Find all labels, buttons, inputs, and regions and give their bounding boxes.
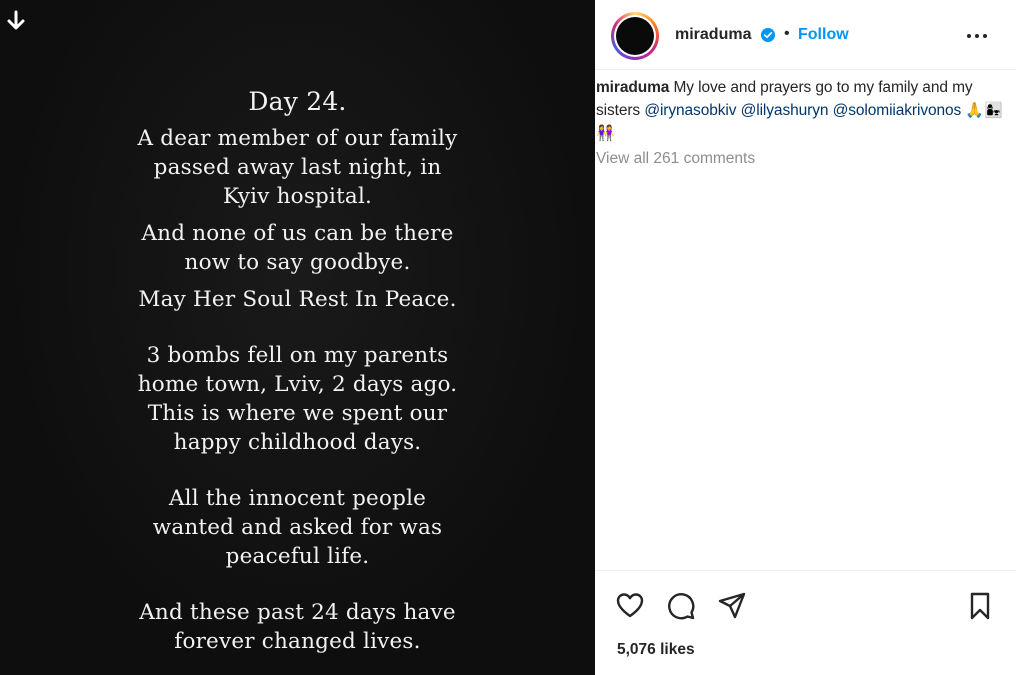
story-line: Kyiv hospital.	[222, 184, 373, 209]
story-line: And these past 24 days have	[139, 600, 456, 625]
avatar-image	[616, 17, 654, 55]
story-line: May Her Soul Rest In Peace.	[138, 287, 457, 312]
story-line: And none of us can be there	[141, 221, 454, 246]
download-icon[interactable]	[6, 10, 26, 32]
bookmark-icon[interactable]	[965, 591, 995, 621]
mention-link[interactable]: @irynasobkiv	[644, 102, 736, 119]
post-header: miraduma • Follow	[595, 0, 1016, 70]
share-icon[interactable]	[717, 591, 747, 621]
avatar[interactable]	[611, 12, 659, 60]
post-side-panel: miraduma • Follow miraduma My love and p…	[595, 0, 1016, 675]
verified-badge-icon	[761, 28, 775, 42]
separator-dot: •	[784, 25, 790, 42]
post-caption: miraduma My love and prayers go to my fa…	[596, 76, 1004, 145]
story-line: now to say goodbye.	[184, 250, 411, 275]
story-line: peaceful life.	[225, 544, 370, 569]
story-line: home town, Lviv, 2 days ago.	[137, 372, 458, 397]
story-line: All the innocent people	[168, 486, 427, 511]
comment-icon[interactable]	[666, 591, 696, 621]
story-line: forever changed lives.	[174, 629, 421, 654]
story-line: A dear member of our family	[137, 126, 458, 151]
author-username[interactable]: miraduma	[675, 26, 751, 44]
action-bar: 5,076 likes	[595, 570, 1016, 675]
view-all-comments-link[interactable]: View all 261 comments	[596, 150, 755, 168]
story-text: Day 24. A dear member of our family pass…	[100, 86, 495, 656]
caption-username[interactable]: miraduma	[596, 79, 669, 96]
follow-button[interactable]: Follow	[798, 26, 849, 44]
more-options-icon[interactable]	[965, 26, 989, 46]
post-media: Day 24. A dear member of our family pass…	[0, 0, 595, 675]
mention-link[interactable]: @lilyashuryn	[741, 102, 829, 119]
mention-link[interactable]: @solomiiakrivonos	[833, 102, 962, 119]
story-line: passed away last night, in	[153, 155, 442, 180]
story-line: wanted and asked for was	[152, 515, 443, 540]
heart-icon[interactable]	[615, 591, 645, 621]
likes-count[interactable]: 5,076 likes	[617, 641, 695, 659]
story-line: happy childhood days.	[173, 430, 422, 455]
story-line: 3 bombs fell on my parents	[146, 343, 449, 368]
story-line: This is where we spent our	[147, 401, 448, 426]
story-title: Day 24.	[248, 87, 347, 116]
